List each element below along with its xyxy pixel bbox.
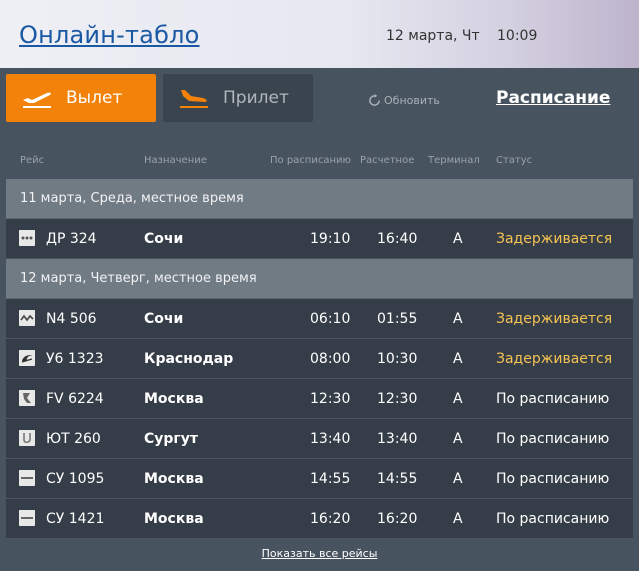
col-header-status[interactable]: Статус [496, 155, 532, 166]
flight-status: По расписанию [496, 471, 610, 487]
flight-destination: Москва [144, 471, 204, 487]
flight-scheduled-time: 12:30 [310, 391, 351, 407]
schedule-link[interactable]: Расписание [496, 88, 610, 108]
flight-terminal: A [453, 471, 463, 487]
table-row[interactable]: FV 6224 Москва 12:30 12:30 A По расписан… [6, 379, 633, 419]
flight-number: СУ 1095 [46, 471, 105, 487]
flight-scheduled-time: 06:10 [310, 311, 351, 327]
refresh-icon [369, 94, 380, 106]
flight-number: ЮТ 260 [46, 431, 101, 447]
flight-scheduled-time: 16:20 [310, 511, 351, 527]
flight-estimated-time: 16:20 [377, 511, 418, 527]
table-row[interactable]: ЮТ 260 Сургут 13:40 13:40 A По расписани… [6, 419, 633, 459]
flight-destination: Москва [144, 511, 204, 527]
flight-number: FV 6224 [46, 391, 104, 407]
table-row[interactable]: СУ 1421 Москва 16:20 16:20 A По расписан… [6, 499, 633, 539]
flight-destination: Сочи [144, 311, 184, 327]
flight-terminal: A [453, 351, 463, 367]
page-title[interactable]: Онлайн-табло [19, 21, 200, 49]
flight-status: По расписанию [496, 511, 610, 527]
table-row[interactable]: СУ 1095 Москва 14:55 14:55 A По расписан… [6, 459, 633, 499]
flight-terminal: A [453, 431, 463, 447]
header: Онлайн-табло 12 марта, Чт 10:09 [0, 0, 639, 68]
flight-scheduled-time: 13:40 [310, 431, 351, 447]
flights-table: 11 марта, Среда, местное время ДР 324 Со… [6, 179, 633, 539]
wave-logo-icon [19, 310, 35, 326]
col-header-destination[interactable]: Назначение [144, 155, 207, 166]
flight-destination: Москва [144, 391, 204, 407]
flight-estimated-time: 12:30 [377, 391, 418, 407]
refresh-button[interactable]: Обновить [368, 94, 440, 107]
flight-number: У6 1323 [46, 351, 104, 367]
tab-arrival[interactable]: Прилет [163, 74, 313, 122]
dots-logo-icon [19, 230, 35, 246]
col-header-estimated[interactable]: Расчетное [360, 155, 414, 166]
show-all-flights-link[interactable]: Показать все рейсы [0, 547, 639, 560]
flight-scheduled-time: 14:55 [310, 471, 351, 487]
stripe-logo-icon [19, 510, 35, 526]
plane-landing-icon [180, 90, 208, 108]
tab-arrival-label: Прилет [223, 88, 289, 108]
flight-destination: Сургут [144, 431, 198, 447]
flight-status: Задерживается [496, 351, 613, 367]
col-header-terminal[interactable]: Терминал [428, 155, 480, 166]
flight-scheduled-time: 08:00 [310, 351, 351, 367]
flight-number: СУ 1421 [46, 511, 105, 527]
table-row[interactable]: N4 506 Сочи 06:10 01:55 A Задерживается [6, 299, 633, 339]
flight-terminal: A [453, 231, 463, 247]
u-logo-icon [19, 430, 35, 446]
flight-status: Задерживается [496, 231, 613, 247]
flight-status: По расписанию [496, 391, 610, 407]
flight-terminal: A [453, 511, 463, 527]
tab-departure[interactable]: Вылет [6, 74, 156, 122]
flight-terminal: A [453, 391, 463, 407]
flight-scheduled-time: 19:10 [310, 231, 351, 247]
flight-destination: Краснодар [144, 351, 234, 367]
current-date: 12 марта, Чт [386, 28, 480, 44]
col-header-flight[interactable]: Рейс [20, 155, 44, 166]
flight-estimated-time: 01:55 [377, 311, 418, 327]
flight-estimated-time: 14:55 [377, 471, 418, 487]
refresh-label: Обновить [384, 94, 440, 107]
flight-status: По расписанию [496, 431, 610, 447]
date-group-header: 12 марта, Четверг, местное время [6, 259, 633, 299]
flight-destination: Сочи [144, 231, 184, 247]
stripe-logo-icon [19, 470, 35, 486]
col-header-scheduled[interactable]: По расписанию [270, 155, 351, 166]
flight-estimated-time: 10:30 [377, 351, 418, 367]
swirl-logo-icon [19, 350, 35, 366]
flight-estimated-time: 13:40 [377, 431, 418, 447]
date-group-header: 11 марта, Среда, местное время [6, 179, 633, 219]
flight-status: Задерживается [496, 311, 613, 327]
table-row[interactable]: ДР 324 Сочи 19:10 16:40 A Задерживается [6, 219, 633, 259]
table-row[interactable]: У6 1323 Краснодар 08:00 10:30 A Задержив… [6, 339, 633, 379]
flight-terminal: A [453, 311, 463, 327]
flight-number: N4 506 [46, 311, 97, 327]
current-time: 10:09 [497, 28, 538, 44]
flight-number: ДР 324 [46, 231, 97, 247]
tab-departure-label: Вылет [66, 88, 123, 108]
flight-estimated-time: 16:40 [377, 231, 418, 247]
r-logo-icon [19, 390, 35, 406]
plane-takeoff-icon [23, 92, 51, 108]
